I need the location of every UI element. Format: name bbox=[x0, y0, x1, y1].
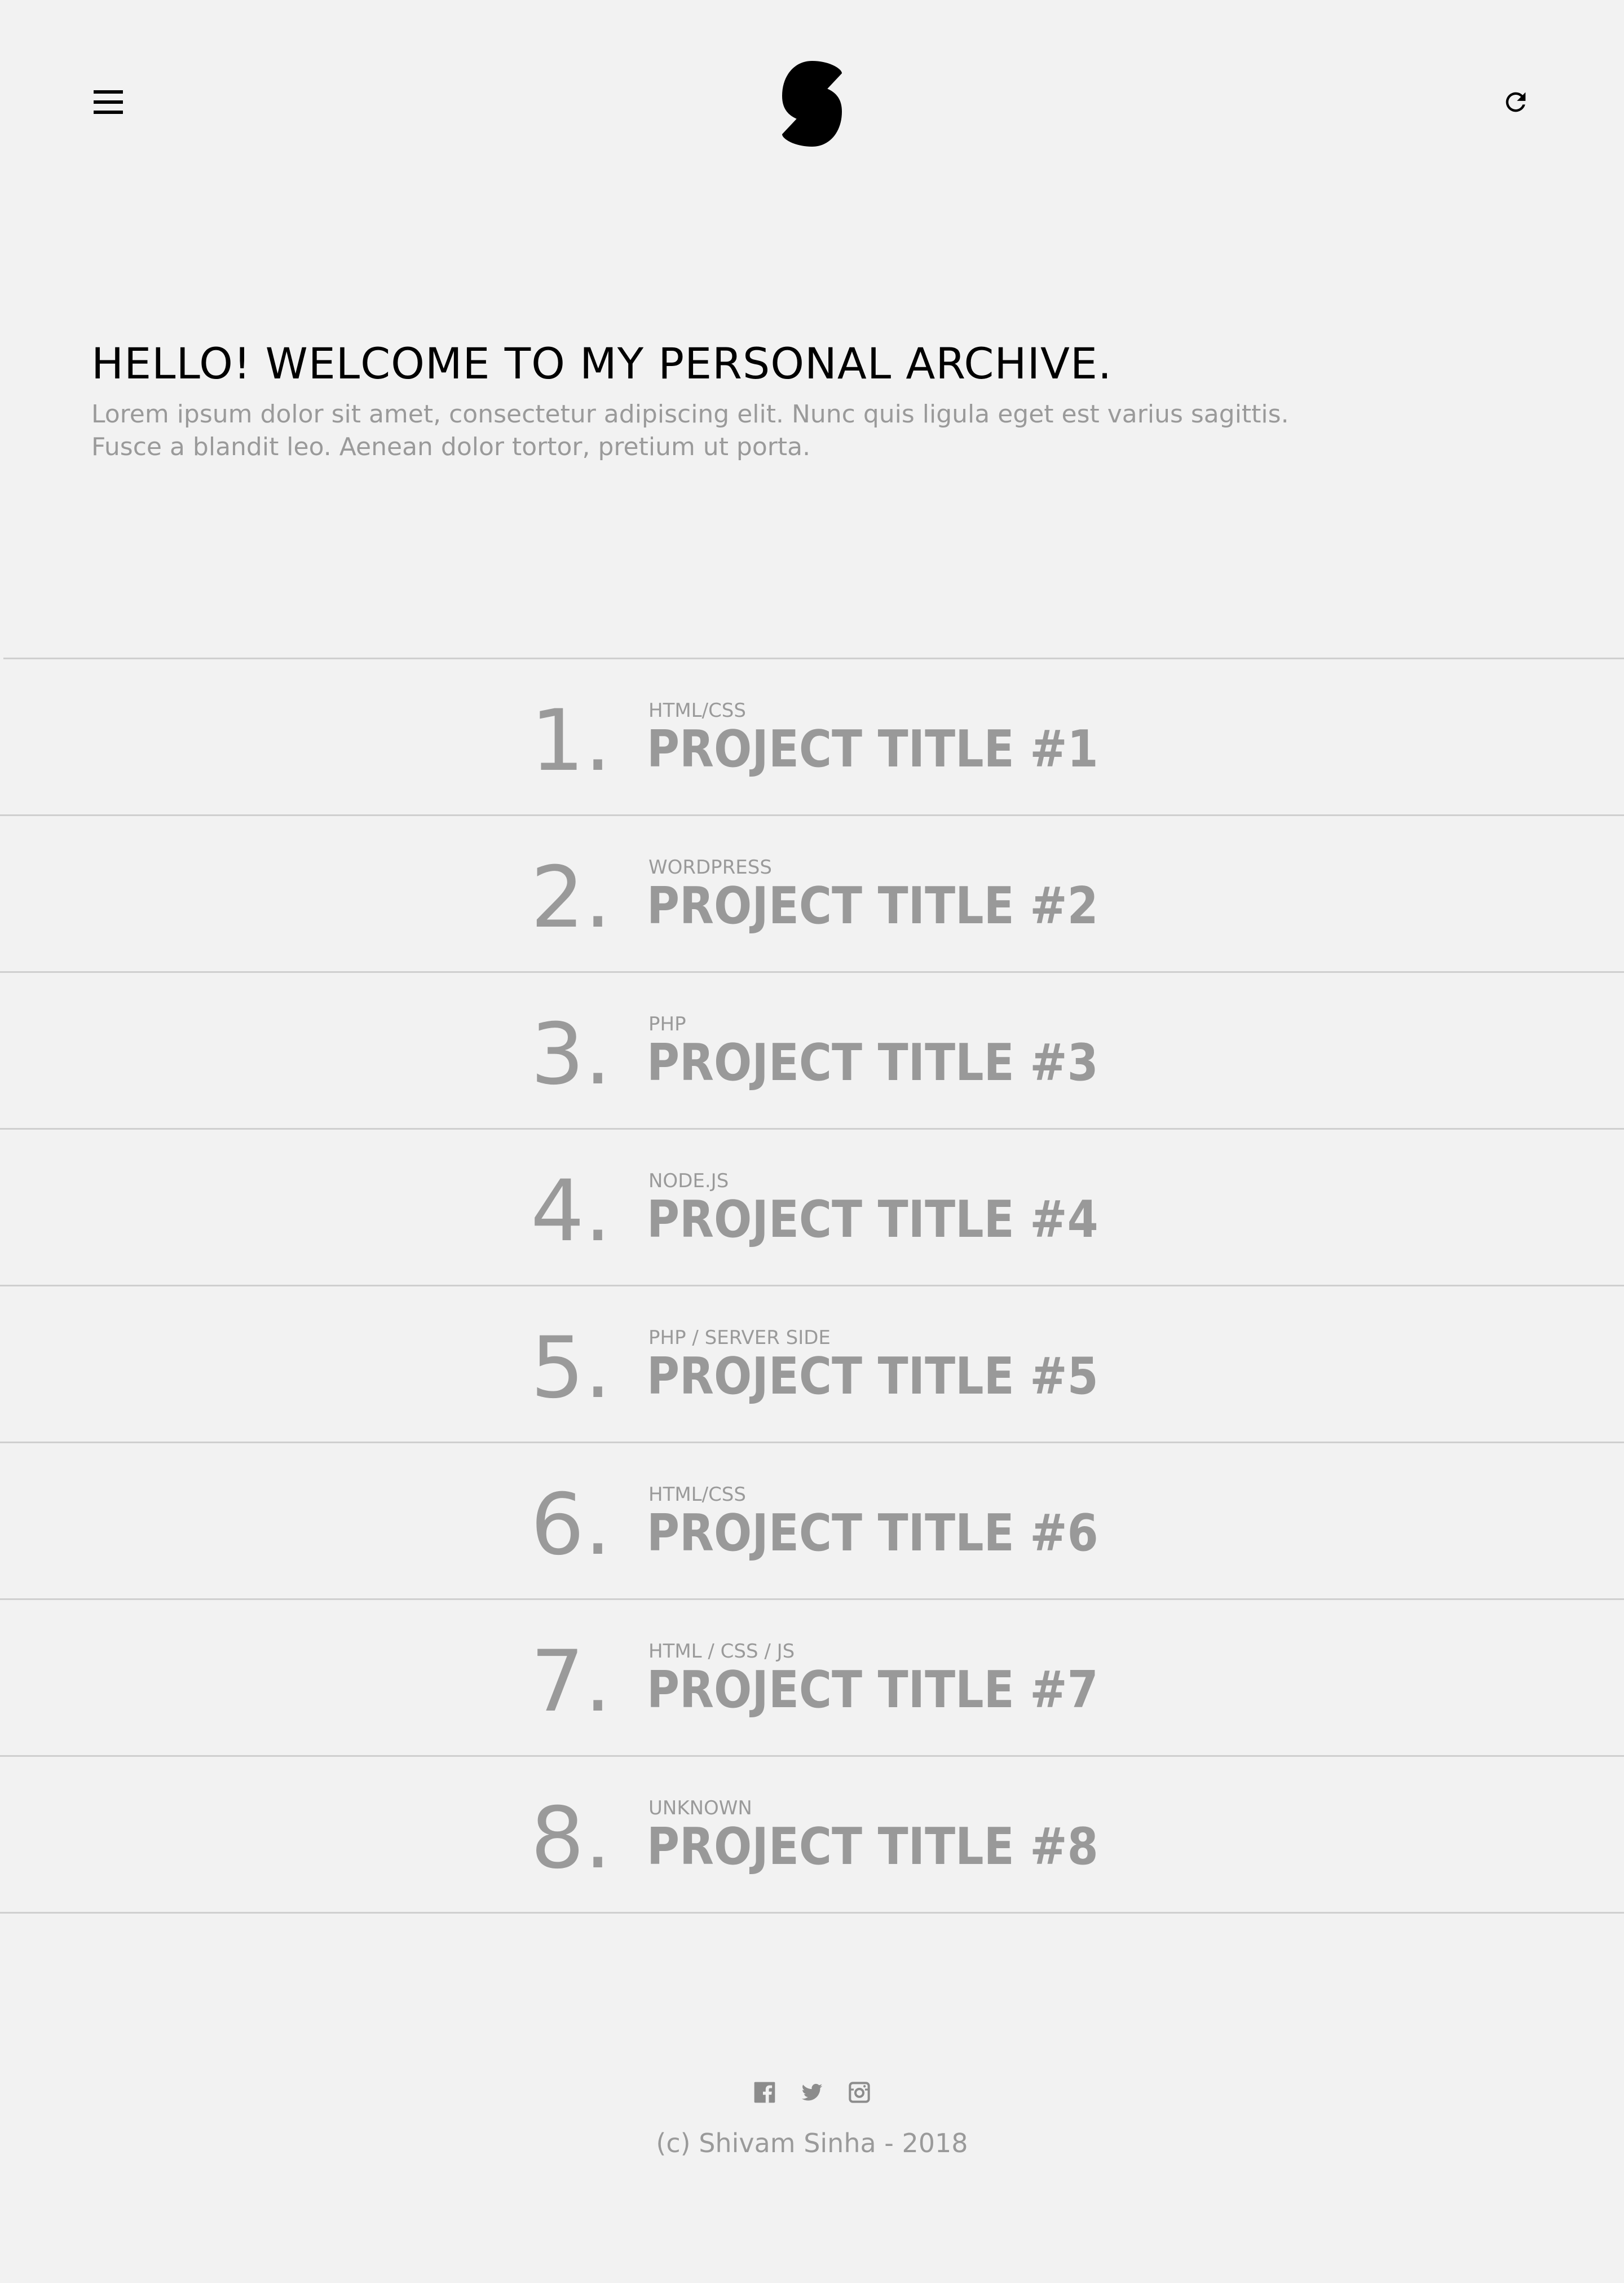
project-title[interactable]: PROJECT TITLE #4 bbox=[647, 1191, 1098, 1249]
facebook-icon[interactable] bbox=[753, 2081, 776, 2104]
social-links bbox=[0, 2081, 1624, 2104]
project-number: 2. bbox=[530, 849, 611, 947]
project-number: 3. bbox=[530, 1006, 611, 1104]
intro-text: Lorem ipsum dolor sit amet, consectetur … bbox=[91, 398, 1445, 464]
project-tag: NODE.JS bbox=[648, 1170, 729, 1192]
project-number: 6. bbox=[530, 1476, 611, 1574]
project-title[interactable]: PROJECT TITLE #1 bbox=[647, 720, 1098, 779]
project-item-3[interactable]: 3. PHP PROJECT TITLE #3 bbox=[0, 973, 1624, 1128]
project-item-6[interactable]: 6. HTML/CSS PROJECT TITLE #6 bbox=[0, 1443, 1624, 1598]
menu-icon[interactable] bbox=[91, 90, 125, 114]
instagram-icon[interactable] bbox=[848, 2081, 871, 2104]
project-number: 4. bbox=[530, 1162, 611, 1261]
intro-line: Lorem ipsum dolor sit amet, consectetur … bbox=[91, 400, 1289, 429]
project-title[interactable]: PROJECT TITLE #6 bbox=[647, 1504, 1098, 1563]
project-item-7[interactable]: 7. HTML / CSS / JS PROJECT TITLE #7 bbox=[0, 1600, 1624, 1755]
project-title[interactable]: PROJECT TITLE #5 bbox=[647, 1347, 1098, 1406]
project-number: 7. bbox=[530, 1633, 611, 1731]
project-tag: HTML / CSS / JS bbox=[648, 1640, 795, 1663]
project-tag: PHP bbox=[648, 1013, 686, 1035]
twitter-icon[interactable] bbox=[801, 2081, 823, 2104]
project-tag: HTML/CSS bbox=[648, 699, 746, 722]
project-tag: PHP / SERVER SIDE bbox=[648, 1326, 831, 1349]
divider bbox=[0, 1912, 1624, 1914]
project-tag: UNKNOWN bbox=[648, 1797, 752, 1819]
project-item-4[interactable]: 4. NODE.JS PROJECT TITLE #4 bbox=[0, 1130, 1624, 1285]
header bbox=[0, 0, 1624, 203]
project-list: 1. HTML/CSS PROJECT TITLE #1 2. WORDPRES… bbox=[0, 658, 1624, 1914]
project-title[interactable]: PROJECT TITLE #2 bbox=[647, 877, 1098, 936]
archive-page: HELLO! WELCOME TO MY PERSONAL ARCHIVE. L… bbox=[0, 0, 1624, 2283]
project-number: 1. bbox=[530, 692, 611, 790]
page-heading: HELLO! WELCOME TO MY PERSONAL ARCHIVE. bbox=[91, 338, 1113, 389]
project-title[interactable]: PROJECT TITLE #8 bbox=[647, 1818, 1098, 1876]
project-item-8[interactable]: 8. UNKNOWN PROJECT TITLE #8 bbox=[0, 1757, 1624, 1912]
copyright-text: (c) Shivam Sinha - 2018 bbox=[656, 2128, 968, 2158]
project-title[interactable]: PROJECT TITLE #7 bbox=[647, 1661, 1098, 1720]
intro-section: HELLO! WELCOME TO MY PERSONAL ARCHIVE. L… bbox=[91, 333, 1445, 464]
project-tag: HTML/CSS bbox=[648, 1483, 746, 1506]
footer: (c) Shivam Sinha - 2018 bbox=[0, 2081, 1624, 2160]
project-item-5[interactable]: 5. PHP / SERVER SIDE PROJECT TITLE #5 bbox=[0, 1286, 1624, 1442]
project-item-2[interactable]: 2. WORDPRESS PROJECT TITLE #2 bbox=[0, 816, 1624, 971]
project-item-1[interactable]: 1. HTML/CSS PROJECT TITLE #1 bbox=[0, 659, 1624, 814]
project-tag: WORDPRESS bbox=[648, 856, 772, 879]
project-title[interactable]: PROJECT TITLE #3 bbox=[647, 1034, 1098, 1092]
refresh-icon[interactable] bbox=[1501, 87, 1530, 117]
logo-icon[interactable] bbox=[782, 61, 842, 147]
intro-line: Fusce a blandit leo. Aenean dolor tortor… bbox=[91, 433, 811, 461]
project-number: 8. bbox=[530, 1790, 611, 1888]
project-number: 5. bbox=[530, 1319, 611, 1417]
